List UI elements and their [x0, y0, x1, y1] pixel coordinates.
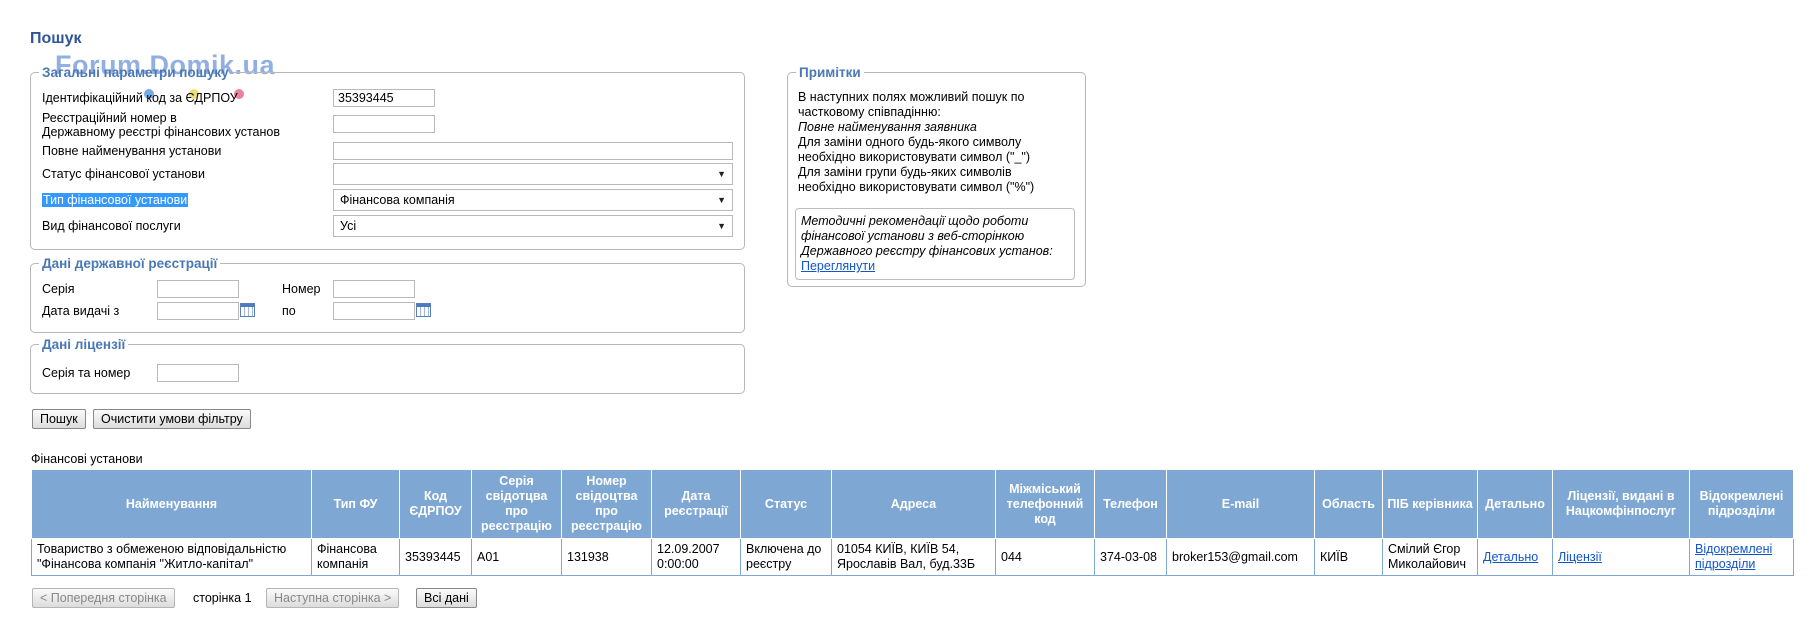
cell-cert-number: 131938 — [561, 538, 652, 576]
notes-line: Для заміни групи будь-яких символів — [798, 165, 1012, 179]
table-header-row: Найменування Тип ФУ Код ЄДРПОУ Серія сві… — [31, 469, 1794, 539]
column-header: Ліцензії, видані в Нацкомфінпослуг — [1552, 469, 1690, 539]
type-label-text: Тип фінансової установи — [42, 193, 189, 207]
notes-line: необхідно використовувати символ ("_") — [798, 150, 1031, 164]
fullname-input[interactable] — [333, 142, 733, 160]
status-select[interactable]: ▼ — [333, 163, 733, 185]
recommendations-line: Методичні рекомендації щодо роботи — [801, 214, 1029, 228]
type-label: Тип фінансової установи — [42, 193, 189, 208]
cell-reg-date: 12.09.2007 0:00:00 — [651, 538, 741, 576]
column-header: ПІБ керівника — [1382, 469, 1478, 539]
date-to-label: по — [282, 304, 296, 318]
date-to-input[interactable] — [333, 302, 415, 320]
results-table: Найменування Тип ФУ Код ЄДРПОУ Серія сві… — [31, 469, 1794, 576]
column-header: Дата реєстрації — [651, 469, 741, 539]
notes-line: Повне найменування заявника — [798, 120, 977, 134]
column-header: Код ЄДРПОУ — [399, 469, 472, 539]
reg-series-input[interactable] — [157, 280, 239, 298]
column-header: Відокремлені підрозділи — [1689, 469, 1794, 539]
cell-head: Смілий Єгор Миколайович — [1382, 538, 1478, 576]
status-label: Статус фінансової установи — [42, 167, 205, 181]
column-header: Область — [1314, 469, 1383, 539]
prev-page-button[interactable]: < Попередня сторінка — [32, 588, 175, 608]
date-from-input[interactable] — [157, 302, 239, 320]
licenses-link[interactable]: Ліцензії — [1558, 550, 1602, 564]
type-select[interactable]: Фінансова компанія ▼ — [333, 189, 733, 211]
cell-address: 01054 КИЇВ, КИЇВ 54, Ярославів Вал, буд.… — [831, 538, 996, 576]
cell-phone: 374-03-08 — [1094, 538, 1167, 576]
regnum-input[interactable] — [333, 115, 435, 133]
recommendations-line: фінансової установи з веб-сторінкою — [801, 229, 1025, 243]
cell-region: КИЇВ — [1314, 538, 1383, 576]
cell-cert-series: А01 — [471, 538, 562, 576]
column-header: Статус — [740, 469, 832, 539]
notes-line: частковому співпадінню: — [798, 105, 941, 119]
general-params-legend: Загальні параметри пошуку — [42, 65, 229, 80]
license-series-number-label: Серія та номер — [42, 366, 131, 380]
edrpou-label: Ідентифікаційний код за ЄДРПОУ — [42, 91, 238, 105]
fullname-label: Повне найменування установи — [42, 144, 222, 158]
edrpou-input[interactable]: 35393445 — [333, 89, 435, 107]
dropdown-arrow-icon: ▼ — [717, 169, 726, 179]
table-row: Товариство з обмеженою відповідальністю … — [31, 538, 1794, 576]
search-button[interactable]: Пошук — [32, 409, 86, 429]
notes-line: В наступних полях можливий пошук по — [798, 90, 1025, 104]
dropdown-arrow-icon: ▼ — [717, 221, 726, 231]
reg-number-label: Номер — [282, 282, 321, 296]
cell-area-code: 044 — [995, 538, 1095, 576]
clear-filter-button[interactable]: Очистити умови фільтру — [93, 409, 251, 429]
all-data-button[interactable]: Всі дані — [416, 588, 477, 608]
column-header: Номер свідоцтва про реєстрацію — [561, 469, 652, 539]
reg-series-label: Серія — [42, 282, 75, 296]
service-select-value: Усі — [340, 219, 357, 233]
page-title: Пошук — [30, 30, 82, 47]
cell-name: Товариство з обмеженою відповідальністю … — [31, 538, 312, 576]
license-legend: Дані ліцензії — [42, 337, 126, 352]
column-header: Найменування — [31, 469, 312, 539]
regnum-label-line2: Державному реєстрі фінансових установ — [42, 125, 280, 139]
column-header: Міжміський телефонний код — [995, 469, 1095, 539]
column-header: Серія свідотцва про реєстрацію — [471, 469, 562, 539]
cell-licenses: Ліцензії — [1552, 538, 1690, 576]
cell-branches: Відокремлені підрозділи — [1689, 538, 1794, 576]
cell-email: broker153@gmail.com — [1166, 538, 1315, 576]
branches-link[interactable]: Відокремлені підрозділи — [1695, 542, 1772, 571]
column-header: Телефон — [1094, 469, 1167, 539]
service-select[interactable]: Усі ▼ — [333, 215, 733, 237]
service-label: Вид фінансової послуги — [42, 219, 181, 233]
calendar-icon[interactable] — [416, 303, 431, 317]
view-recommendations-link[interactable]: Переглянути — [801, 259, 875, 274]
type-select-value: Фінансова компанія — [340, 193, 455, 207]
cell-status: Включена до реєстру — [740, 538, 832, 576]
license-series-number-input[interactable] — [157, 364, 239, 382]
calendar-icon[interactable] — [240, 303, 255, 317]
details-link[interactable]: Детально — [1483, 550, 1538, 564]
license-fieldset: Дані ліцензії — [30, 337, 745, 394]
cell-details: Детально — [1477, 538, 1553, 576]
cell-type: Фінансова компанія — [311, 538, 400, 576]
column-header: Адреса — [831, 469, 996, 539]
reg-number-input[interactable] — [333, 280, 415, 298]
page-indicator: сторінка 1 — [193, 591, 252, 605]
notes-line: Для заміни одного будь-якого символу — [798, 135, 1022, 149]
column-header: Детально — [1477, 469, 1553, 539]
column-header: E-mail — [1166, 469, 1315, 539]
date-from-label: Дата видачі з — [42, 304, 120, 318]
next-page-button[interactable]: Наступна сторінка > — [266, 588, 400, 608]
regnum-label-line1: Реєстраційний номер в — [42, 111, 177, 125]
column-header: Тип ФУ — [311, 469, 400, 539]
notes-legend: Примітки — [799, 65, 861, 80]
dropdown-arrow-icon: ▼ — [717, 195, 726, 205]
results-caption: Фінансові установи — [31, 452, 143, 466]
registration-legend: Дані державної реєстрації — [42, 256, 218, 271]
cell-code: 35393445 — [399, 538, 472, 576]
recommendations-line: Державного реєстру фінансових установ: — [801, 244, 1053, 258]
notes-line: необхідно використовувати символ ("%") — [798, 180, 1035, 194]
